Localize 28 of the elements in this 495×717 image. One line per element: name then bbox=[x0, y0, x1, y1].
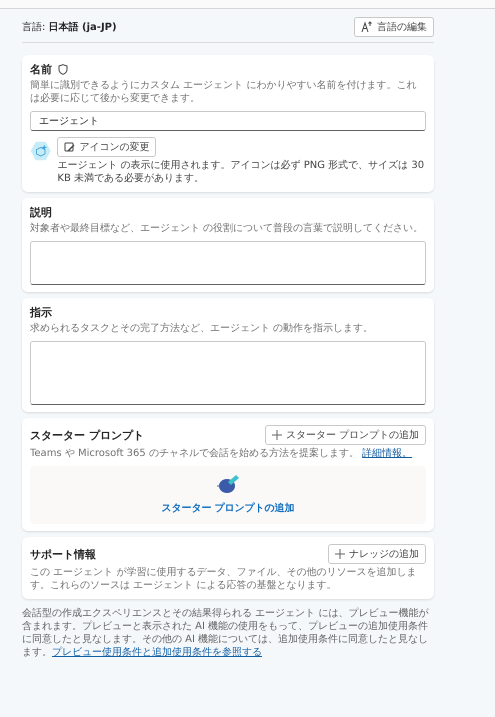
add-starter-prompt-button[interactable]: スターター プロンプトの追加 bbox=[264, 425, 426, 445]
plus-icon bbox=[335, 549, 345, 559]
section-description: 対象者や最終目標など、エージェント の役割について普段の言葉で説明してください。 bbox=[30, 222, 424, 235]
section-title: 指示 bbox=[30, 305, 53, 320]
plus-icon bbox=[272, 430, 282, 440]
text-area[interactable] bbox=[30, 241, 426, 285]
section-description: Teams や Microsoft 365 のチャネルで会話を始める方法を提案します。 詳細情報。 bbox=[30, 447, 414, 460]
language-label: 言語: 日本語 (ja-JP) bbox=[22, 20, 117, 34]
terms-link[interactable]: プレビュー使用条件と追加使用条件を参照する bbox=[52, 647, 262, 658]
section-description: 簡単に識別できるようにカスタム エージェント にわかりやすい名前を付けます。これは必要に応じて後から変更できます。 bbox=[30, 79, 418, 105]
edit-language-button[interactable]: 言語の編集 bbox=[354, 17, 434, 37]
section-title: サポート情報 bbox=[30, 546, 96, 562]
change-icon-button[interactable]: アイコンの変更 bbox=[57, 137, 156, 157]
icon-note: エージェント の表示に使用されます。アイコンは必ず PNG 形式で、サイズは 30 KB 未満である必要があります。 bbox=[57, 159, 426, 185]
add-knowledge-button[interactable]: ナレッジの追加 bbox=[328, 544, 426, 564]
edit-image-icon bbox=[64, 142, 76, 152]
section-title: 名前 bbox=[30, 62, 52, 77]
name-field[interactable]: エージェント bbox=[30, 111, 426, 131]
shield-icon bbox=[58, 64, 68, 75]
preview-notice: 会話型の作成エクスペリエンスとその結果得られる エージェント には、プレビュー機能が含まれます。プレビューと表示された AI 機能の使用をもって、プレビューの追加使用条件に同意したと見なします。その他の AI 機能については、追加使用条件に同意したと見なします。プレビュー使用条件と追加使用条件を参照する bbox=[22, 607, 430, 659]
section-description: この エージェント が学習に使用するデータ、ファイル、その他のリソースを追加します。これらのソースは エージェント による応答の基盤となります。 bbox=[30, 566, 418, 592]
learn-more-link[interactable]: 詳細情報。 bbox=[362, 448, 412, 459]
section-title: 説明 bbox=[30, 205, 53, 220]
chat-bubble-icon bbox=[216, 474, 240, 494]
section-description: 求められるタスクとその完了方法など、エージェント の動作を指示します。 bbox=[30, 322, 374, 335]
section-title: スターター プロンプト bbox=[30, 428, 144, 442]
translate-icon bbox=[361, 21, 373, 33]
add-starter-prompt-link[interactable]: スターター プロンプトの追加 bbox=[155, 500, 301, 516]
